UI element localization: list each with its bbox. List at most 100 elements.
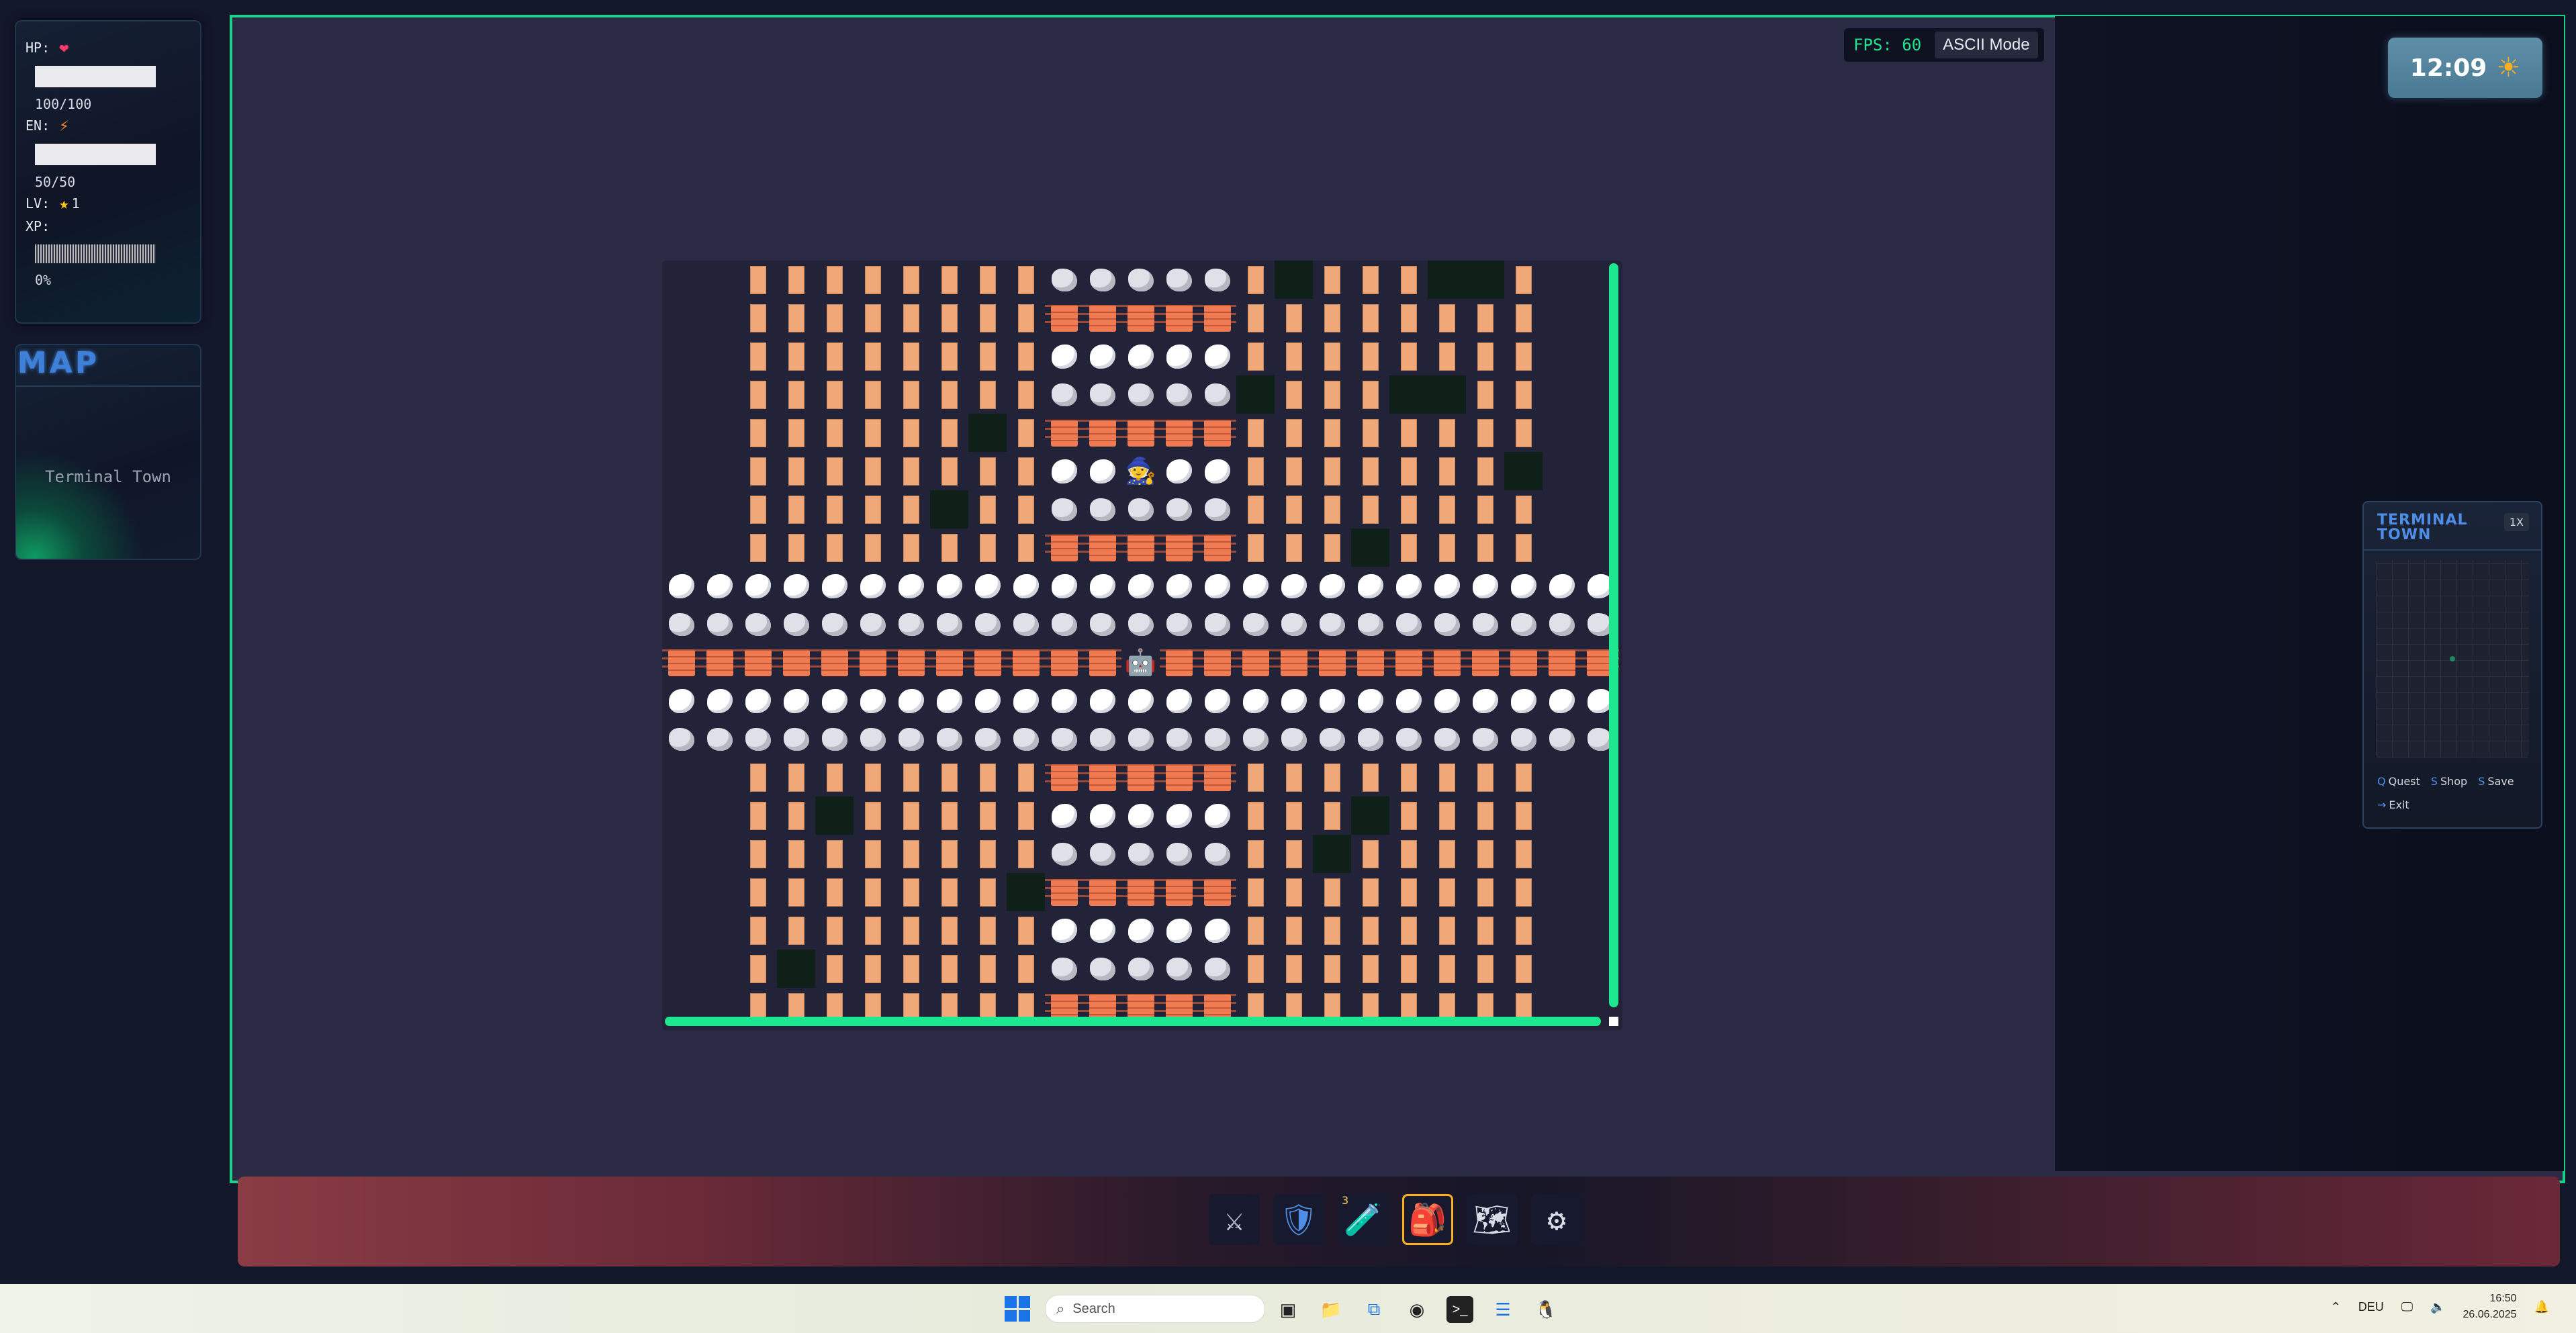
map-card[interactable]: MAP Terminal Town (15, 344, 201, 560)
hotbar-slot-map[interactable]: 🗺 (1467, 1194, 1518, 1245)
map-tile (1428, 911, 1466, 950)
save-action[interactable]: S Save (2478, 775, 2514, 788)
map-tile (1007, 261, 1045, 299)
map-tile (1121, 911, 1160, 950)
linux-penguin-icon[interactable]: 🐧 (1532, 1296, 1559, 1323)
map-tile (1389, 567, 1428, 605)
map-tile (1466, 375, 1504, 414)
taskbar-search[interactable]: ⌕ Search (1045, 1295, 1265, 1323)
map-tile (1198, 911, 1236, 950)
terminal-icon[interactable]: >_ (1446, 1296, 1473, 1323)
map-tile (1428, 682, 1466, 720)
map-tile (892, 796, 930, 835)
minimap-zoom-button[interactable]: 1X (2503, 513, 2529, 531)
hotbar-slot-swords[interactable]: ⚔ (1209, 1194, 1260, 1245)
ascii-mode-button[interactable]: ASCII Mode (1935, 32, 2038, 58)
map-tile (1313, 299, 1351, 337)
map-tile (1428, 643, 1466, 682)
map-tile (1007, 682, 1045, 720)
en-bar (35, 144, 156, 165)
map-tile (739, 911, 777, 950)
map-tile (1313, 528, 1351, 567)
tile-map[interactable] (662, 261, 1622, 1030)
hotbar-slot-potion[interactable]: 3 🧪 (1338, 1194, 1389, 1245)
map-tile (1045, 873, 1083, 911)
vertical-scrollbar[interactable] (1609, 263, 1618, 1007)
map-tile (1351, 643, 1389, 682)
map-tile (1389, 490, 1428, 528)
map-tile (1389, 414, 1428, 452)
exit-action[interactable]: → Exit (2377, 798, 2409, 811)
chrome-icon[interactable]: ◉ (1404, 1296, 1430, 1323)
map-tile (1504, 605, 1543, 643)
map-tile (1543, 720, 1581, 758)
map-tile (1389, 796, 1428, 835)
map-tile (1428, 414, 1466, 452)
tray-clock[interactable]: 16:50 26.06.2025 (2463, 1291, 2517, 1323)
map-tile (1275, 873, 1313, 911)
map-tile (892, 643, 930, 682)
map-tile (1121, 682, 1160, 720)
hotbar-slot-backpack[interactable]: 🎒 (1402, 1194, 1453, 1245)
map-tile (968, 796, 1007, 835)
map-tile (1275, 950, 1313, 988)
map-tile (815, 911, 854, 950)
map-tile (1428, 835, 1466, 873)
fps-counter: FPS: 60 (1853, 36, 1922, 54)
map-tile (854, 337, 892, 375)
map-tile (1045, 950, 1083, 988)
hotbar-slot-shield[interactable]: 🛡 (1273, 1194, 1324, 1245)
shop-label: Shop (2440, 775, 2468, 788)
notepad-icon[interactable]: ☰ (1489, 1296, 1516, 1323)
map-tile (777, 375, 815, 414)
horizontal-scrollbar[interactable] (665, 1017, 1601, 1026)
map-tile (815, 567, 854, 605)
map-tile (1160, 873, 1198, 911)
map-tile (1389, 528, 1428, 567)
map-tile (968, 911, 1007, 950)
map-tile (1389, 299, 1428, 337)
map-tile (1466, 452, 1504, 490)
map-tile (1466, 758, 1504, 796)
minimap-view[interactable] (2376, 560, 2529, 757)
map-tile (1045, 605, 1083, 643)
map-tile (1045, 490, 1083, 528)
windows-start-icon[interactable] (1005, 1296, 1030, 1322)
quest-action[interactable]: Q Quest (2377, 775, 2420, 788)
map-tile (1045, 452, 1083, 490)
task-view-icon[interactable]: ▣ (1275, 1296, 1301, 1323)
language-indicator[interactable]: DEU (2358, 1300, 2384, 1314)
volume-icon[interactable]: 🔈 (2430, 1300, 2445, 1314)
map-tile (777, 567, 815, 605)
map-tile (1466, 643, 1504, 682)
map-tile (1313, 911, 1351, 950)
network-icon[interactable]: 🖵 (2401, 1300, 2413, 1314)
map-icon: 🗺 (1472, 1201, 1512, 1238)
map-tile (968, 414, 1007, 452)
exit-label: Exit (2389, 798, 2409, 811)
map-tile (777, 950, 815, 988)
map-tile (1083, 911, 1121, 950)
map-tile (1275, 528, 1313, 567)
notification-bell-icon[interactable]: 🔔 (2534, 1300, 2549, 1314)
map-tile (892, 261, 930, 299)
map-tile (739, 490, 777, 528)
chevron-up-icon[interactable]: ⌃ (2331, 1300, 2341, 1314)
map-tile (1504, 414, 1543, 452)
map-tile (1428, 490, 1466, 528)
vscode-icon[interactable]: ⧉ (1361, 1296, 1387, 1323)
hotbar-slot-settings[interactable]: ⚙ (1531, 1194, 1582, 1245)
map-tile (1045, 337, 1083, 375)
map-tile (854, 682, 892, 720)
map-tile (1045, 567, 1083, 605)
map-tile (1428, 720, 1466, 758)
map-tile (777, 452, 815, 490)
map-tile (1198, 950, 1236, 988)
map-tile (739, 720, 777, 758)
file-explorer-icon[interactable]: 📁 (1318, 1296, 1344, 1323)
map-tile (815, 337, 854, 375)
map-tile (1466, 337, 1504, 375)
map-tile (1504, 299, 1543, 337)
map-tile (1160, 605, 1198, 643)
shop-action[interactable]: S Shop (2431, 775, 2467, 788)
